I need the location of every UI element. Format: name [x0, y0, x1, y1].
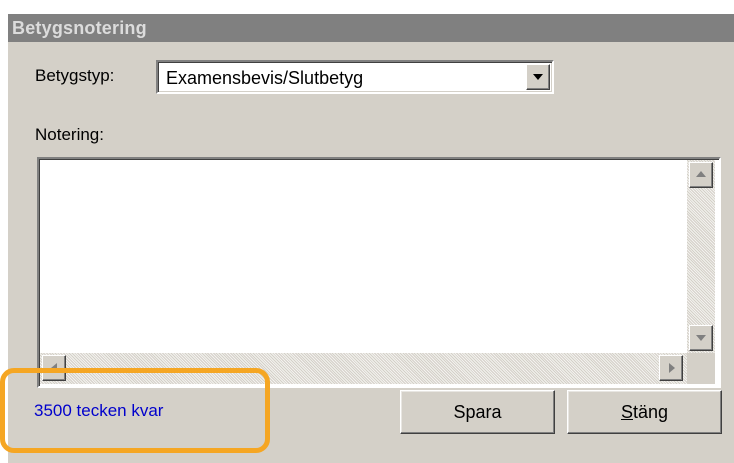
scroll-down-button[interactable] [689, 325, 713, 351]
chevron-down-icon [533, 74, 543, 80]
grade-type-dropdown-button[interactable] [526, 64, 550, 90]
grade-type-select[interactable]: Examensbevis/Slutbetyg [156, 60, 554, 94]
note-textarea[interactable] [37, 157, 721, 388]
grade-type-value: Examensbevis/Slutbetyg [166, 68, 364, 88]
arrow-right-icon [669, 363, 675, 373]
close-button[interactable]: Stäng [567, 390, 722, 434]
arrow-up-icon [696, 171, 706, 177]
dialog-title: Betygsnotering [8, 14, 734, 42]
arrow-down-icon [696, 335, 706, 341]
scroll-right-button[interactable] [659, 355, 683, 381]
note-label: Notering: [35, 125, 104, 144]
scroll-up-button[interactable] [689, 162, 713, 188]
highlight-annotation [0, 368, 270, 453]
save-button[interactable]: Spara [400, 390, 555, 434]
grade-type-label: Betygstyp: [35, 66, 115, 85]
scrollbar-corner [687, 353, 715, 384]
vertical-scrollbar[interactable] [687, 160, 715, 353]
